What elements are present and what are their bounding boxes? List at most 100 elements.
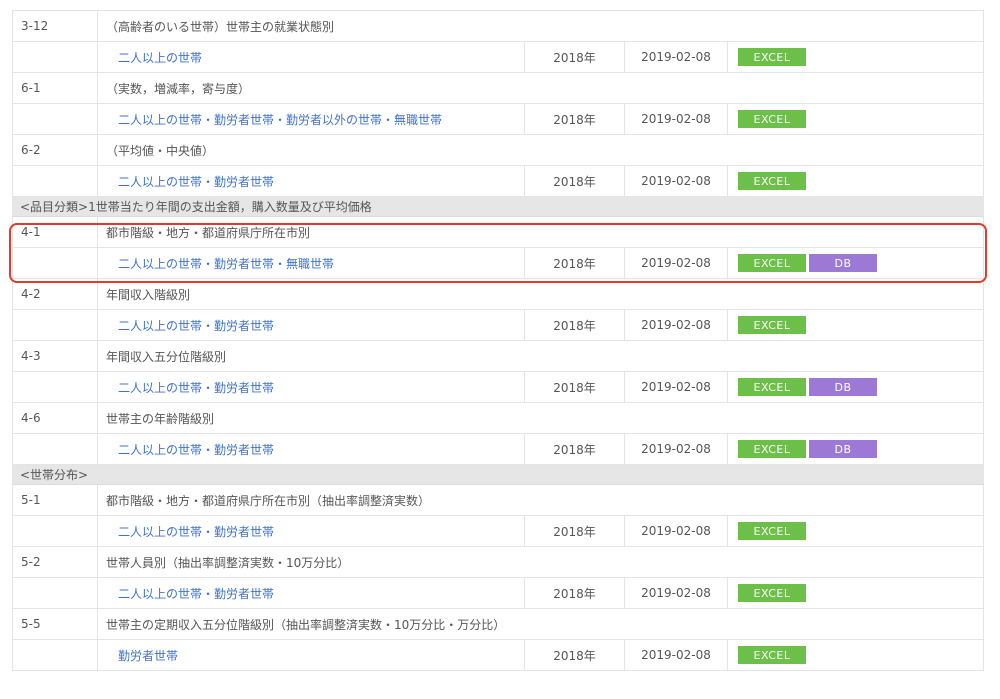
publish-date: 2019-02-08 [625,104,728,134]
table-title-row: 4-6 世帯主の年齢階級別 [12,403,984,434]
table-title-row: 3-12 （高齢者のいる世帯）世帯主の就業状態別 [12,11,984,42]
excel-button[interactable]: EXCEL [738,522,806,540]
table-row: 二人以上の世帯・勤労者世帯 2018年 2019-02-08 EXCEL [12,578,984,609]
survey-year: 2018年 [525,104,625,134]
table-title-row: 6-1 （実数，増減率，寄与度） [12,73,984,104]
publish-date: 2019-02-08 [625,578,728,608]
table-row: 二人以上の世帯・勤労者世帯 2018年 2019-02-08 EXCEL [12,166,984,197]
table-title: 都市階級・地方・都道府県庁所在市別（抽出率調整済実数） [106,493,431,508]
table-title-row: 4-1 都市階級・地方・都道府県庁所在市別 [12,217,984,248]
db-button[interactable]: DB [809,254,877,272]
table-number: 4-1 [13,217,98,247]
download-buttons: EXCEL [728,640,983,670]
number-spacer [13,104,98,134]
household-type-link[interactable]: 二人以上の世帯・勤労者世帯 [98,372,525,402]
table-number: 6-2 [13,135,98,165]
table-row: 二人以上の世帯・勤労者世帯 2018年 2019-02-08 EXCEL [12,516,984,547]
excel-button[interactable]: EXCEL [738,646,806,664]
download-buttons: EXCEL DB [728,248,983,278]
table-title: 年間収入五分位階級別 [106,349,227,364]
table-row: 二人以上の世帯・勤労者世帯 2018年 2019-02-08 EXCEL DB [12,434,984,465]
table-number: 4-2 [13,279,98,309]
survey-year: 2018年 [525,42,625,72]
survey-year: 2018年 [525,640,625,670]
number-spacer [13,516,98,546]
excel-button[interactable]: EXCEL [738,254,806,272]
table-number: 6-1 [13,73,98,103]
household-type-link[interactable]: 勤労者世帯 [98,640,525,670]
download-buttons: EXCEL DB [728,434,983,464]
table-number: 4-3 [13,341,98,371]
survey-year: 2018年 [525,516,625,546]
household-type-link[interactable]: 二人以上の世帯・勤労者世帯 [98,516,525,546]
db-button[interactable]: DB [809,378,877,396]
number-spacer [13,578,98,608]
table-title-row: 5-5 世帯主の定期収入五分位階級別（抽出率調整済実数・10万分比・万分比） [12,609,984,640]
download-buttons: EXCEL [728,310,983,340]
category-header: <品目分類>1世帯当たり年間の支出金額，購入数量及び平均価格 [12,197,984,217]
publish-date: 2019-02-08 [625,42,728,72]
number-spacer [13,248,98,278]
table-title: 年間収入階級別 [106,287,191,302]
household-type-link[interactable]: 二人以上の世帯 [98,42,525,72]
table-row: 二人以上の世帯 2018年 2019-02-08 EXCEL [12,42,984,73]
number-spacer [13,372,98,402]
table-row: 二人以上の世帯・勤労者世帯・無職世帯 2018年 2019-02-08 EXCEL DB [12,248,984,279]
db-button[interactable]: DB [809,440,877,458]
excel-button[interactable]: EXCEL [738,316,806,334]
number-spacer [13,166,98,196]
table-row: 二人以上の世帯・勤労者世帯 2018年 2019-02-08 EXCEL [12,310,984,341]
table-row: 二人以上の世帯・勤労者世帯・勤労者以外の世帯・無職世帯 2018年 2019-02-… [12,104,984,135]
table-title: 世帯人員別（抽出率調整済実数・10万分比） [106,555,350,570]
table-title-row: 4-2 年間収入階級別 [12,279,984,310]
table-title-row: 5-2 世帯人員別（抽出率調整済実数・10万分比） [12,547,984,578]
table-number: 3-12 [13,11,98,41]
table-title: 世帯主の定期収入五分位階級別（抽出率調整済実数・10万分比・万分比） [106,617,506,632]
table-title-row: 5-1 都市階級・地方・都道府県庁所在市別（抽出率調整済実数） [12,485,984,516]
download-buttons: EXCEL [728,516,983,546]
category-header: <世帯分布> [12,465,984,485]
table-row: 二人以上の世帯・勤労者世帯 2018年 2019-02-08 EXCEL DB [12,372,984,403]
excel-button[interactable]: EXCEL [738,48,806,66]
download-buttons: EXCEL [728,166,983,196]
table-title: （実数，増減率，寄与度） [106,81,251,96]
number-spacer [13,640,98,670]
excel-button[interactable]: EXCEL [738,440,806,458]
number-spacer [13,42,98,72]
publish-date: 2019-02-08 [625,516,728,546]
survey-year: 2018年 [525,434,625,464]
table-title: 都市階級・地方・都道府県庁所在市別 [106,225,311,240]
table-number: 4-6 [13,403,98,433]
download-buttons: EXCEL [728,104,983,134]
household-type-link[interactable]: 二人以上の世帯・勤労者世帯・勤労者以外の世帯・無職世帯 [98,104,525,134]
table-title: 世帯主の年齢階級別 [106,411,215,426]
household-type-link[interactable]: 二人以上の世帯・勤労者世帯 [98,578,525,608]
excel-button[interactable]: EXCEL [738,110,806,128]
publish-date: 2019-02-08 [625,310,728,340]
household-type-link[interactable]: 二人以上の世帯・勤労者世帯・無職世帯 [98,248,525,278]
statistics-table: 3-12 （高齢者のいる世帯）世帯主の就業状態別 二人以上の世帯 2018年 2019-… [12,10,984,671]
table-number: 5-1 [13,485,98,515]
publish-date: 2019-02-08 [625,372,728,402]
survey-year: 2018年 [525,248,625,278]
excel-button[interactable]: EXCEL [738,584,806,602]
table-title-row: 6-2 （平均値・中央値） [12,135,984,166]
number-spacer [13,310,98,340]
table-title-row: 4-3 年間収入五分位階級別 [12,341,984,372]
excel-button[interactable]: EXCEL [738,378,806,396]
publish-date: 2019-02-08 [625,166,728,196]
household-type-link[interactable]: 二人以上の世帯・勤労者世帯 [98,310,525,340]
excel-button[interactable]: EXCEL [738,172,806,190]
household-type-link[interactable]: 二人以上の世帯・勤労者世帯 [98,434,525,464]
table-row: 勤労者世帯 2018年 2019-02-08 EXCEL [12,640,984,671]
download-buttons: EXCEL [728,42,983,72]
publish-date: 2019-02-08 [625,248,728,278]
survey-year: 2018年 [525,310,625,340]
table-number: 5-2 [13,547,98,577]
table-title: （高齢者のいる世帯）世帯主の就業状態別 [106,19,335,34]
publish-date: 2019-02-08 [625,640,728,670]
download-buttons: EXCEL [728,578,983,608]
survey-year: 2018年 [525,166,625,196]
publish-date: 2019-02-08 [625,434,728,464]
household-type-link[interactable]: 二人以上の世帯・勤労者世帯 [98,166,525,196]
